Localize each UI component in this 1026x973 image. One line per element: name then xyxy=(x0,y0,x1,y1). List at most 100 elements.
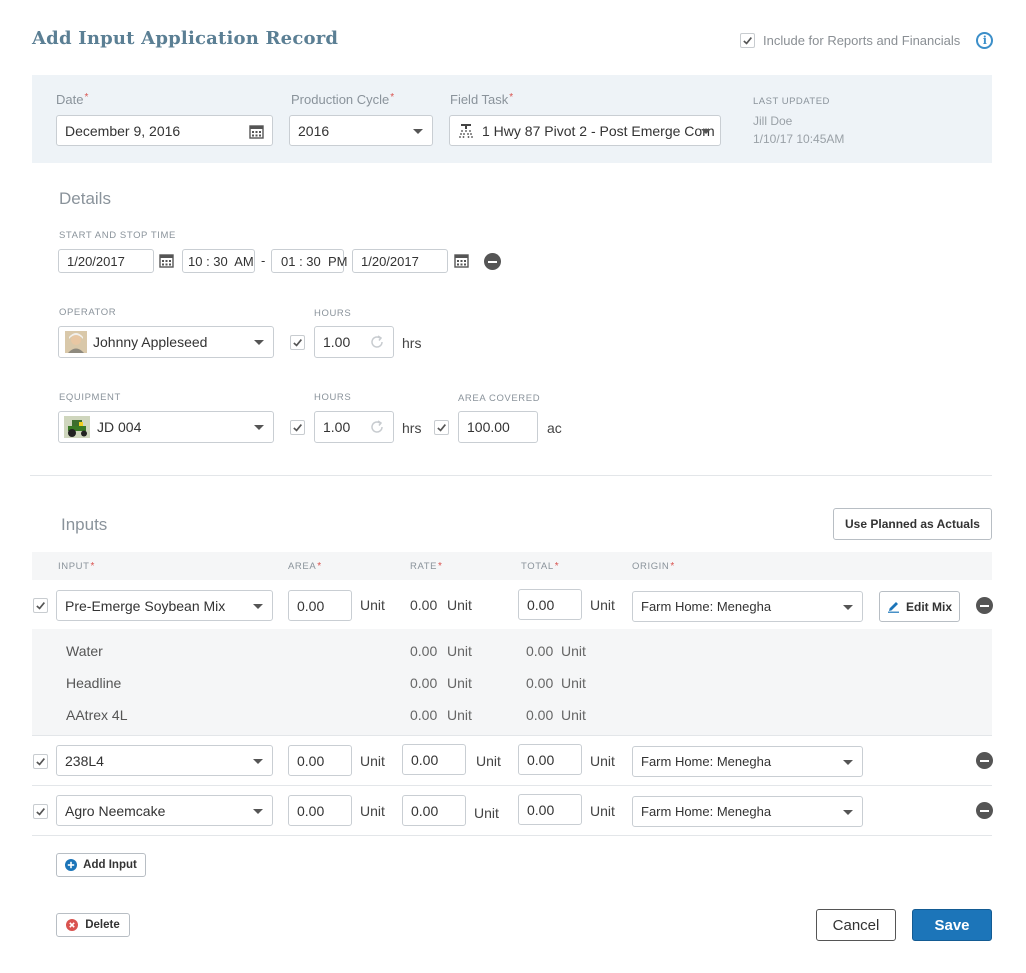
input-name: 238L4 xyxy=(65,752,104,769)
info-icon[interactable]: i xyxy=(976,32,994,49)
input-select[interactable]: Agro Neemcake xyxy=(56,795,273,826)
col-rate: RATE* xyxy=(410,561,443,572)
stop-date-field[interactable]: 1/20/2017 xyxy=(352,249,448,273)
area-unit: Unit xyxy=(360,753,385,769)
equipment-value: JD 004 xyxy=(97,419,142,435)
col-origin: ORIGIN* xyxy=(632,561,675,572)
area-unit: Unit xyxy=(360,803,385,819)
chevron-down-icon xyxy=(253,603,263,609)
add-input-button[interactable]: Add Input xyxy=(56,853,146,877)
area-covered-label: AREA COVERED xyxy=(458,393,541,404)
include-reports-toggle[interactable]: Include for Reports and Financials i xyxy=(740,32,994,49)
calendar-icon[interactable] xyxy=(159,253,174,268)
include-reports-label: Include for Reports and Financials xyxy=(763,33,961,48)
use-planned-as-actuals-button[interactable]: Use Planned as Actuals xyxy=(833,508,992,540)
start-date-field[interactable]: 1/20/2017 xyxy=(58,249,154,273)
equipment-hours-unit: hrs xyxy=(402,420,422,436)
rate-unit: Unit xyxy=(476,753,501,769)
total-field[interactable]: 0.00 xyxy=(518,744,582,775)
area-covered-checkbox[interactable] xyxy=(434,420,449,435)
total-field[interactable]: 0.00 xyxy=(518,794,582,825)
mix-item-rate: 0.00 xyxy=(410,675,438,691)
input-select[interactable]: 238L4 xyxy=(56,745,273,776)
remove-row-icon[interactable] xyxy=(976,597,993,614)
mix-item-rate-unit: Unit xyxy=(447,707,472,723)
production-cycle-value: 2016 xyxy=(298,122,330,139)
rate-value: 0.00 xyxy=(411,802,439,819)
stop-time-value: 01 : 30 PM xyxy=(281,253,348,269)
details-title: Details xyxy=(59,189,111,208)
mix-item-rate: 0.00 xyxy=(410,707,438,723)
chevron-down-icon xyxy=(701,128,711,134)
origin-select[interactable]: Farm Home: Menegha xyxy=(632,796,863,827)
operator-hours-field[interactable]: 1.00 xyxy=(314,326,394,358)
row-checkbox[interactable] xyxy=(33,804,48,819)
last-updated-at: 1/10/17 10:45AM xyxy=(753,132,845,146)
input-name: Pre-Emerge Soybean Mix xyxy=(65,597,226,614)
total-unit: Unit xyxy=(590,753,615,769)
delete-button[interactable]: Delete xyxy=(56,913,130,937)
refresh-icon[interactable] xyxy=(369,419,385,435)
operator-hours-value: 1.00 xyxy=(323,334,351,350)
col-input: INPUT* xyxy=(58,561,95,572)
page-title: Add Input Application Record xyxy=(32,28,339,49)
plus-circle-icon xyxy=(65,859,78,871)
remove-row-icon[interactable] xyxy=(976,802,993,819)
sprayer-icon xyxy=(459,123,473,138)
origin-select[interactable]: Farm Home: Menegha xyxy=(632,591,863,622)
remove-row-icon[interactable] xyxy=(976,752,993,769)
add-input-label: Add Input xyxy=(83,859,137,871)
mix-item-rate-unit: Unit xyxy=(447,675,472,691)
operator-hours-label: HOURS xyxy=(314,308,352,319)
remove-time-icon[interactable] xyxy=(484,253,501,270)
stop-date-value: 1/20/2017 xyxy=(361,253,419,269)
rate-field[interactable]: 0.00 xyxy=(402,744,466,775)
operator-select[interactable]: Johnny Appleseed xyxy=(58,326,274,358)
area-covered-field[interactable]: 100.00 xyxy=(458,411,538,443)
save-button[interactable]: Save xyxy=(912,909,992,941)
production-cycle-label: Production Cycle* xyxy=(291,92,395,107)
production-cycle-select[interactable]: 2016 xyxy=(289,115,433,146)
equipment-select[interactable]: JD 004 xyxy=(58,411,274,443)
start-time-value: 10 : 30 AM xyxy=(188,253,254,269)
field-task-select[interactable]: 1 Hwy 87 Pivot 2 - Post Emerge Corn xyxy=(449,115,721,146)
area-field[interactable]: 0.00 xyxy=(288,590,352,621)
stop-time-field[interactable]: 01 : 30 PM xyxy=(271,249,348,273)
row-divider xyxy=(32,785,992,786)
operator-hours-checkbox[interactable] xyxy=(290,335,305,350)
rate-value: 0.00 xyxy=(411,751,439,768)
mix-item-name: Water xyxy=(66,643,103,659)
chevron-down-icon xyxy=(253,758,263,764)
row-checkbox[interactable] xyxy=(33,754,48,769)
date-field[interactable]: December 9, 2016 xyxy=(56,115,273,146)
include-reports-checkbox[interactable] xyxy=(740,33,755,48)
equipment-hours-value: 1.00 xyxy=(323,419,351,435)
total-value: 0.00 xyxy=(527,751,555,768)
origin-select[interactable]: Farm Home: Menegha xyxy=(632,746,863,777)
start-date-value: 1/20/2017 xyxy=(67,253,125,269)
input-select[interactable]: Pre-Emerge Soybean Mix xyxy=(56,590,273,621)
calendar-icon[interactable] xyxy=(249,124,264,139)
col-total: TOTAL* xyxy=(521,561,560,572)
operator-hours-unit: hrs xyxy=(402,335,422,351)
refresh-icon[interactable] xyxy=(369,334,385,350)
equipment-hours-field[interactable]: 1.00 xyxy=(314,411,394,443)
time-range-dash: - xyxy=(261,253,266,268)
start-time-field[interactable]: 10 : 30 AM xyxy=(182,249,255,273)
cancel-button[interactable]: Cancel xyxy=(816,909,896,941)
equipment-hours-label: HOURS xyxy=(314,392,352,403)
equipment-hours-checkbox[interactable] xyxy=(290,420,305,435)
area-field[interactable]: 0.00 xyxy=(288,795,352,826)
chevron-down-icon xyxy=(843,759,853,765)
area-covered-unit: ac xyxy=(547,420,562,436)
edit-mix-button[interactable]: Edit Mix xyxy=(879,591,960,622)
edit-mix-label: Edit Mix xyxy=(905,599,952,614)
area-field[interactable]: 0.00 xyxy=(288,745,352,776)
rate-field[interactable]: 0.00 xyxy=(402,795,466,826)
total-field[interactable]: 0.00 xyxy=(518,589,582,620)
origin-value: Farm Home: Menegha xyxy=(641,804,772,819)
row-checkbox[interactable] xyxy=(33,598,48,613)
total-unit: Unit xyxy=(590,597,615,613)
equipment-label: EQUIPMENT xyxy=(59,392,121,403)
calendar-icon[interactable] xyxy=(454,253,469,268)
